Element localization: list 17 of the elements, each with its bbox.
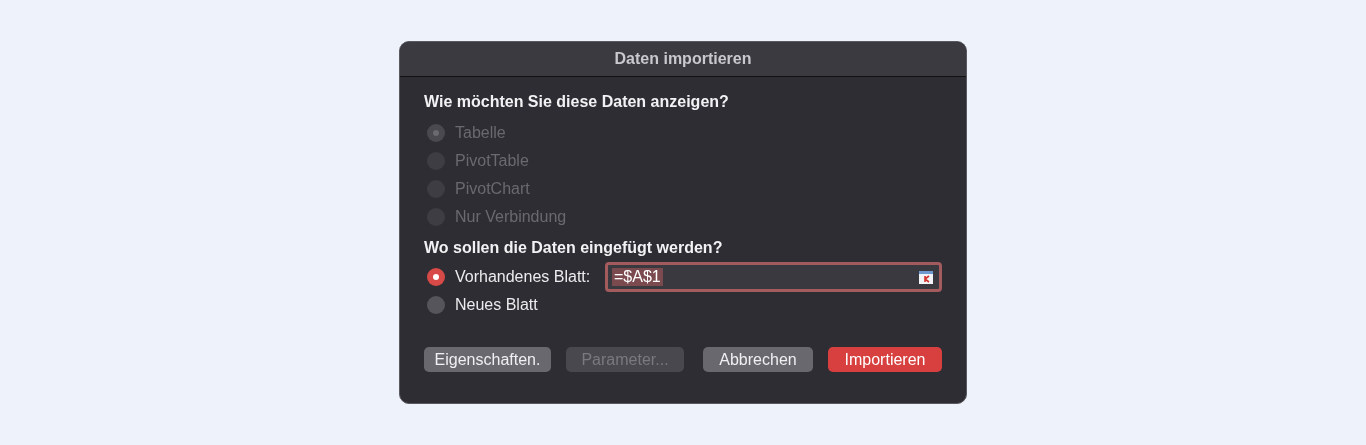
dialog-button[interactable]: Importieren bbox=[828, 347, 942, 372]
field-value: =$A$1 bbox=[612, 268, 663, 286]
window-title: Daten importieren bbox=[614, 50, 752, 68]
radio-label: Neues Blatt bbox=[455, 296, 538, 314]
section-heading: Wie möchten Sie diese Daten anzeigen? bbox=[424, 93, 730, 112]
radio-button[interactable] bbox=[427, 268, 445, 286]
section-heading: Wo sollen die Daten eingefügt werden? bbox=[424, 239, 724, 258]
dialog-button[interactable]: Abbrechen bbox=[703, 347, 813, 372]
radio-label: Vorhandenes Blatt: bbox=[455, 268, 591, 286]
range-picker-icon[interactable] bbox=[919, 270, 933, 284]
radio-label: PivotChart bbox=[455, 180, 530, 198]
radio-button[interactable] bbox=[427, 296, 445, 314]
range-field[interactable]: =$A$1 bbox=[605, 262, 942, 292]
radio-label: Nur Verbindung bbox=[455, 208, 567, 226]
radio-label: Tabelle bbox=[455, 124, 506, 142]
dialog-button[interactable]: Eigenschaften. bbox=[424, 347, 551, 372]
radio-label: PivotTable bbox=[455, 152, 529, 170]
